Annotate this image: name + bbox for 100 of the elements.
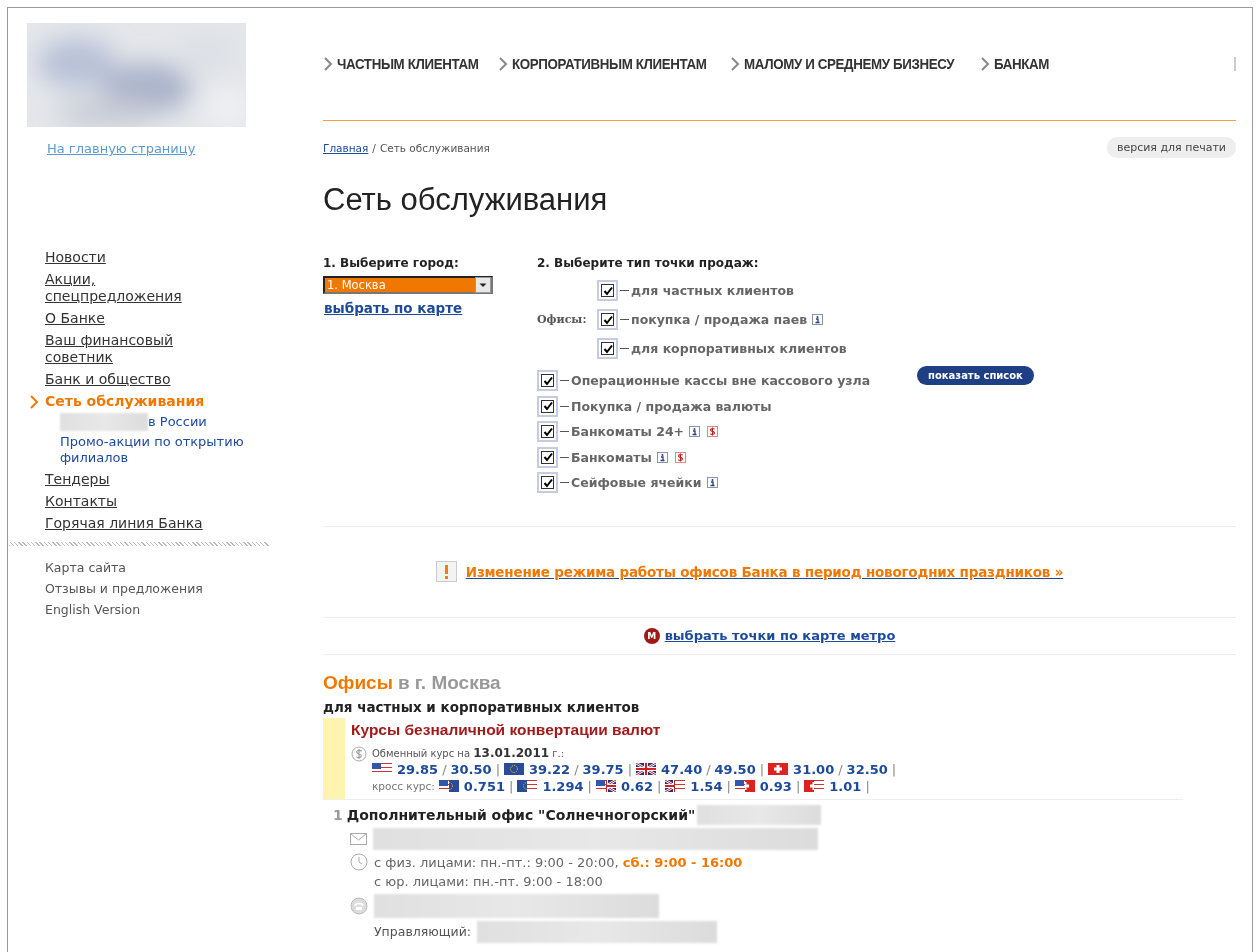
separator: / <box>574 761 579 777</box>
page-title: Сеть обслуживания <box>323 182 609 218</box>
checkbox[interactable] <box>537 446 558 468</box>
office-number: 1 <box>333 806 343 823</box>
footer-link[interactable]: Отзывы и предложения <box>45 581 300 597</box>
menu-item[interactable]: Новости <box>45 249 235 266</box>
menu-item[interactable]: Банк и общество <box>45 371 235 388</box>
rates-title: Курсы безналичной конвертации валют <box>351 720 662 739</box>
breadcrumb-separator: / <box>372 141 376 154</box>
section-heading: Офисы <box>323 671 393 693</box>
checkbox-label: для частных клиентов <box>631 283 794 298</box>
separator: | <box>627 761 633 777</box>
menu-item[interactable]: Акции, спецпредложения <box>45 271 235 305</box>
checkmark-icon <box>601 313 614 326</box>
chevron-icon <box>979 56 990 72</box>
checkmark-icon <box>601 342 614 355</box>
warning-icon <box>435 561 457 582</box>
checkbox[interactable] <box>537 472 558 494</box>
checkmark-icon <box>541 425 554 438</box>
cross-rate-label: кросс курс: <box>372 780 435 792</box>
rate-value: 0.751 <box>463 778 505 794</box>
rate-value: 49.50 <box>714 761 756 777</box>
rate-date: Обменный курс на 13.01.2011 г.: <box>372 745 566 760</box>
rate-value: 31.00 <box>793 761 835 777</box>
checkmark-icon <box>541 451 554 464</box>
show-list-button[interactable]: показать список <box>917 366 1034 385</box>
separator: | <box>656 778 662 794</box>
separator: | <box>587 778 592 794</box>
rate-value: 32.50 <box>846 761 888 777</box>
separator: | <box>891 761 897 777</box>
rate-value: 30.50 <box>450 761 492 777</box>
checkbox-label: для корпоративных клиентов <box>631 341 847 356</box>
nav-link[interactable]: МАЛОМУ И СРЕДНЕМУ БИЗНЕСУ <box>744 56 955 72</box>
phone-icon <box>350 896 368 915</box>
checkbox-label: Операционные кассы вне кассового узла <box>571 373 871 389</box>
menu-item[interactable]: Ваш финансовый советник <box>45 332 235 366</box>
nav-link[interactable]: ЧАСТНЫМ КЛИЕНТАМ <box>337 56 479 72</box>
checkmark-icon <box>541 476 554 489</box>
opening-hours: с юр. лицами: пн.-пт. 9:00 - 18:00 <box>374 872 604 891</box>
metro-map-link[interactable]: выбрать точки по карте метро <box>664 628 896 643</box>
metro-icon: M <box>643 627 660 644</box>
nav-link[interactable]: КОРПОРАТИВНЫМ КЛИЕНТАМ <box>511 56 707 72</box>
rate-value: 1.294 <box>542 778 584 794</box>
submenu-item[interactable]: Промо-акции по открытию филиалов <box>60 434 260 466</box>
opening-hours: с физ. лицами: пн.-пт.: 9:00 - 20:00, сб.: 9:00 - 16:00 <box>374 853 743 872</box>
separator: | <box>795 778 801 794</box>
checkbox-label: Банкоматы 24+ <box>571 424 685 440</box>
checkbox[interactable] <box>597 280 618 301</box>
footer-link[interactable]: Карта сайта <box>45 560 300 576</box>
city-label: в г. Москва <box>397 671 501 693</box>
rate-value: 47.40 <box>661 761 703 777</box>
separator: | <box>865 778 870 794</box>
rate-value: 1.54 <box>690 778 723 794</box>
rate-value: 0.62 <box>620 778 653 794</box>
separator: | <box>495 761 501 777</box>
office-name: Дополнительный офис "Солнечногорский" <box>346 806 696 823</box>
checkbox-label: Банкоматы <box>571 449 652 465</box>
nav-link[interactable]: БАНКАМ <box>993 56 1049 72</box>
separator: | <box>726 778 731 794</box>
coin-icon <box>351 745 367 762</box>
envelope-icon <box>350 832 367 845</box>
breadcrumb-link[interactable]: Главная <box>323 141 369 154</box>
section-subtitle: для частных и корпоративных клиентов <box>323 698 641 715</box>
checkbox-label: покупка / продажа паев <box>631 312 808 327</box>
menu-item[interactable]: О Банке <box>45 310 235 327</box>
rate-value: 1.01 <box>829 778 862 794</box>
checkbox-label: Сейфовые ячейки <box>571 475 702 491</box>
checkbox[interactable] <box>537 395 558 417</box>
manager-label: Управляющий: <box>374 924 471 939</box>
rate-value: 0.93 <box>759 778 792 794</box>
chevron-icon <box>497 56 508 72</box>
map-link[interactable]: выбрать по карте <box>324 300 537 316</box>
rate-value: 29.85 <box>397 761 439 777</box>
rate-value: 39.22 <box>529 761 571 777</box>
print-version-button[interactable]: версия для печати <box>1106 137 1236 158</box>
checkbox[interactable] <box>537 421 558 443</box>
breadcrumb-current: Сеть обслуживания <box>379 141 490 154</box>
chevron-icon <box>29 394 39 410</box>
checkmark-icon <box>601 284 614 297</box>
separator: / <box>706 761 711 777</box>
checkbox-label: Покупка / продажа валюты <box>571 398 772 414</box>
separator: | <box>509 778 514 794</box>
field-label: 1. Выберите город: <box>323 256 460 270</box>
menu-item[interactable]: Контакты <box>45 493 235 510</box>
separator: | <box>759 761 765 777</box>
chevron-icon <box>323 56 333 72</box>
footer-link[interactable]: English Version <box>45 602 300 618</box>
checkbox[interactable] <box>597 309 618 330</box>
clock-icon <box>350 852 368 871</box>
checkmark-icon <box>541 400 554 413</box>
group-label: Офисы: <box>537 313 588 326</box>
menu-item[interactable]: Тендеры <box>45 471 235 488</box>
checkbox[interactable] <box>597 338 618 359</box>
checkbox[interactable] <box>537 370 558 392</box>
checkmark-icon <box>541 374 554 387</box>
menu-item[interactable]: Горячая линия Банка <box>45 515 235 532</box>
separator: / <box>838 761 843 777</box>
separator: / <box>442 761 447 777</box>
submenu-item[interactable]: в России <box>148 414 207 430</box>
chevron-icon <box>730 56 741 72</box>
